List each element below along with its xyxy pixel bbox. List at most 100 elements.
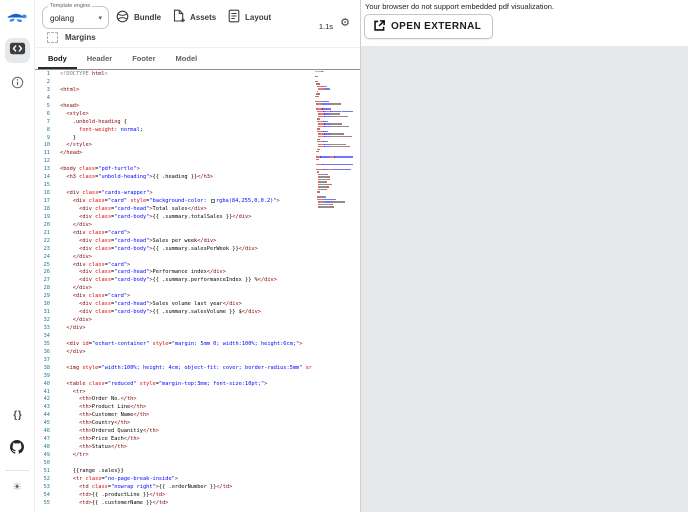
code-line[interactable]: </tr>	[60, 452, 360, 460]
assets-label: Assets	[190, 12, 217, 22]
bundle-label: Bundle	[134, 12, 162, 22]
info-icon	[11, 76, 24, 94]
assets-button[interactable]: Assets	[172, 9, 216, 25]
pdf-embed-area	[361, 46, 688, 512]
line-number: 20	[43, 221, 50, 228]
code-line[interactable]: <th>Price Each</th>	[60, 436, 360, 444]
code-line[interactable]	[60, 460, 360, 468]
margins-label: Margins	[65, 33, 96, 42]
code-line[interactable]: <div class="card-body">{{ .summary.perfo…	[60, 277, 360, 285]
code-line[interactable]: <div class="card-head">Sales volume last…	[60, 301, 360, 309]
code-line[interactable]: <div class="card">	[60, 293, 360, 301]
line-number: 15	[43, 182, 50, 189]
minimap[interactable]	[315, 70, 353, 212]
line-number: 51	[43, 467, 50, 474]
line-number: 26	[43, 269, 50, 276]
line-number: 36	[43, 348, 50, 355]
code-line[interactable]: <div class="card-body">{{ .summary.sales…	[60, 246, 360, 254]
template-engine-value: golang	[50, 14, 75, 23]
color-swatch[interactable]	[210, 198, 215, 203]
margins-toggle[interactable]: Margins	[47, 31, 96, 44]
sidebar-item-editor[interactable]	[4, 38, 30, 63]
line-number: 7	[46, 118, 50, 125]
editor-tabs: Body Header Footer Model	[35, 48, 360, 70]
code-line[interactable]: <th>Status</th>	[60, 444, 360, 452]
code-line[interactable]	[60, 373, 360, 381]
line-number: 16	[43, 190, 50, 197]
tab-footer[interactable]: Footer	[122, 48, 165, 69]
code-line[interactable]: <th>Ordered Quanitiy</th>	[60, 428, 360, 436]
line-number: 23	[43, 245, 50, 252]
line-number: 41	[43, 388, 50, 395]
line-number: 10	[43, 142, 50, 149]
code-line[interactable]: <img style="width:100%; height: 4cm; obj…	[60, 365, 360, 373]
line-number: 45	[43, 420, 50, 427]
code-line[interactable]: {{range .sales}}	[60, 468, 360, 476]
tab-model[interactable]: Model	[166, 48, 208, 69]
code-line[interactable]: <div class="card-body">{{ .summary.total…	[60, 214, 360, 222]
tab-header[interactable]: Header	[77, 48, 122, 69]
line-number: 54	[43, 491, 50, 498]
preview-pane: Your browser do not support embedded pdf…	[360, 0, 688, 512]
code-line[interactable]: </div>	[60, 349, 360, 357]
line-number: 35	[43, 340, 50, 347]
line-number: 38	[43, 364, 50, 371]
code-line[interactable]: <div class="card-head">Sales per week</d…	[60, 238, 360, 246]
layout-label: Layout	[245, 12, 272, 22]
sidebar-item-github[interactable]	[5, 437, 30, 462]
document-icon	[228, 9, 240, 25]
code-line[interactable]: <th>Country</th>	[60, 420, 360, 428]
code-line[interactable]: <div class="card-body">{{ .summary.sales…	[60, 309, 360, 317]
sidebar-item-theme-toggle[interactable]: ☀	[5, 475, 30, 500]
render-time: 1.1s	[318, 22, 333, 31]
code-line[interactable]	[60, 333, 360, 341]
line-number: 4	[46, 94, 50, 101]
chevron-down-icon: ▾	[98, 15, 102, 22]
open-in-new-icon	[373, 19, 386, 35]
line-number: 46	[43, 428, 50, 435]
toolbar: Template engine golang ▾ Bundle Assets L…	[35, 0, 360, 48]
code-line[interactable]: <div class="card">	[60, 230, 360, 238]
code-line[interactable]: <div id="echart-container" style="margin…	[60, 341, 360, 349]
tab-body[interactable]: Body	[38, 48, 77, 69]
code-line[interactable]: </div>	[60, 325, 360, 333]
editor-pane: Template engine golang ▾ Bundle Assets L…	[35, 0, 360, 512]
code-line[interactable]: <div class="card">	[60, 262, 360, 270]
sidebar-item-info[interactable]	[5, 72, 30, 97]
line-number: 17	[43, 198, 50, 204]
template-engine-select[interactable]: Template engine golang ▾	[42, 3, 109, 29]
app-root: { } ☀ Template engine golang ▾ Bundle As…	[0, 0, 688, 512]
code-line[interactable]: </div>	[60, 222, 360, 230]
code-line[interactable]: </div>	[60, 254, 360, 262]
code-line[interactable]: </div>	[60, 317, 360, 325]
line-number: 13	[43, 166, 50, 173]
code-line[interactable]: <tr class="no-page-break-inside">	[60, 476, 360, 484]
sun-icon: ☀	[12, 482, 22, 493]
line-number: 49	[43, 452, 50, 458]
line-number: 33	[43, 325, 50, 331]
sidebar-item-json-model[interactable]: { }	[5, 403, 30, 428]
open-external-button[interactable]: OPEN EXTERNAL	[364, 14, 494, 39]
code-line[interactable]: <th>Product Line</th>	[60, 404, 360, 412]
code-line[interactable]	[60, 357, 360, 365]
activity-bar-bottom: { } ☀	[0, 394, 34, 512]
gear-icon[interactable]: ⚙	[340, 18, 350, 29]
bundle-button[interactable]: Bundle	[116, 9, 161, 25]
code-line[interactable]: <td class="nowrap right">{{ .orderNumber…	[60, 484, 360, 492]
layout-button[interactable]: Layout	[228, 9, 271, 25]
line-number: 2	[46, 78, 50, 85]
code-line[interactable]: </div>	[60, 285, 360, 293]
line-number: 18	[43, 205, 50, 212]
code-line[interactable]: <th>Customer Name</th>	[60, 412, 360, 420]
line-number: 9	[46, 134, 50, 141]
pdf-unsupported-message: Your browser do not support embedded pdf…	[365, 2, 555, 11]
line-number: 30	[43, 301, 50, 308]
code-line[interactable]: <th>Order No.</th>	[60, 396, 360, 404]
code-line[interactable]: <table class="reduced" style="margin-top…	[60, 381, 360, 389]
code-line[interactable]: <td>{{ .customerName }}</td>	[60, 500, 360, 508]
code-line[interactable]: <div class="card-head">Performance index…	[60, 269, 360, 277]
code-line[interactable]: <td>{{ .productLine }}</td>	[60, 492, 360, 500]
line-number: 39	[43, 372, 50, 379]
code-line[interactable]: <tr>	[60, 389, 360, 397]
code-editor[interactable]: 1 2 3 4 5 6 7 8 9 10 11 12 13 14 15 16 17 18 19 20 21 22 23 24 2…	[35, 70, 360, 512]
